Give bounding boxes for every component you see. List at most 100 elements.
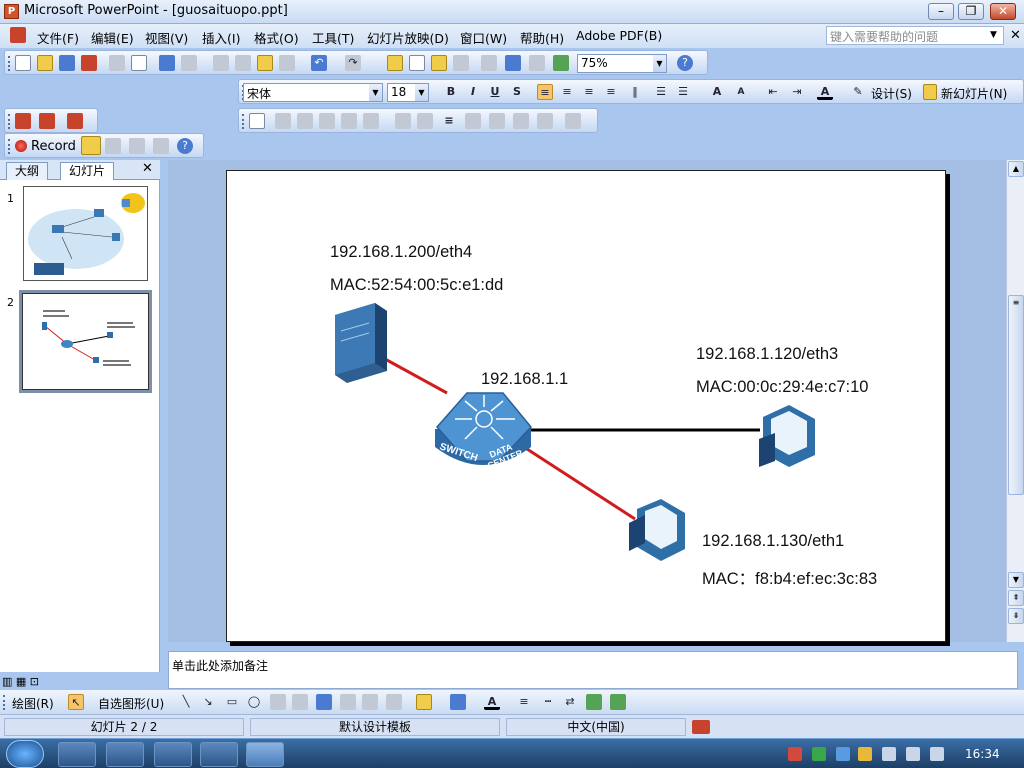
align-center-icon[interactable]: ≡ — [559, 84, 575, 100]
pc-eth1-ip-label[interactable]: 192.168.1.130/eth1 — [702, 532, 844, 551]
tables-borders-icon[interactable] — [431, 55, 447, 71]
print-preview-icon[interactable] — [131, 55, 147, 71]
server-mac-label[interactable]: MAC:52:54:00:5c:e1:dd — [330, 276, 503, 295]
line-style-icon[interactable]: ≡ — [516, 694, 532, 710]
close-document-icon[interactable]: ✕ — [1010, 28, 1021, 43]
line-color-icon[interactable] — [450, 694, 466, 710]
clipart-icon[interactable] — [362, 694, 378, 710]
draw-menu-button[interactable]: 绘图(R) — [12, 695, 54, 712]
pc-eth3-ip-label[interactable]: 192.168.1.120/eth3 — [696, 345, 838, 364]
align-right-icon[interactable]: ≡ — [581, 84, 597, 100]
bold-icon[interactable]: B — [443, 84, 459, 100]
dash-style-icon[interactable]: ┅ — [540, 694, 556, 710]
new-icon[interactable] — [15, 55, 31, 71]
menu-insert[interactable]: 插入(I) — [202, 28, 240, 47]
font-color-icon[interactable]: A — [817, 84, 833, 100]
switch-ip-label[interactable]: 192.168.1.1 — [481, 370, 568, 389]
save-icon[interactable] — [59, 55, 75, 71]
pdf-email-icon[interactable] — [39, 113, 55, 129]
previous-slide-icon[interactable]: ⇞ — [1008, 590, 1024, 606]
line-icon[interactable]: ╲ — [178, 694, 194, 710]
grid-icon[interactable] — [529, 55, 545, 71]
diagram-icon[interactable] — [340, 694, 356, 710]
format-picture-icon[interactable] — [513, 113, 529, 129]
taskbar-explorer-icon[interactable] — [58, 742, 96, 767]
clock[interactable]: 16:34 — [965, 747, 1000, 761]
restore-button[interactable]: ❐ — [958, 3, 984, 20]
design-button[interactable]: 设计(S) — [871, 85, 912, 102]
insert-table-icon[interactable] — [409, 55, 425, 71]
redo-icon[interactable]: ↷ — [345, 55, 361, 71]
convert-pdf-icon[interactable] — [15, 113, 31, 129]
start-button[interactable] — [6, 740, 44, 768]
show-formatting-icon[interactable] — [505, 55, 521, 71]
insert-image-icon[interactable] — [386, 694, 402, 710]
print-icon[interactable] — [109, 55, 125, 71]
taskbar-folder-icon[interactable] — [154, 742, 192, 767]
record-icon[interactable] — [15, 140, 27, 152]
view-buttons[interactable]: ▥ ▦ ⊡ — [2, 675, 39, 688]
volume-icon[interactable] — [930, 747, 944, 761]
shadow-icon[interactable]: S — [509, 84, 525, 100]
underline-icon[interactable]: U — [487, 84, 503, 100]
more-brightness-icon[interactable] — [341, 113, 357, 129]
menu-window[interactable]: 窗口(W) — [460, 28, 507, 47]
tray-icon[interactable] — [882, 747, 896, 761]
justify-icon[interactable]: ≡ — [603, 84, 619, 100]
line-style-icon[interactable]: ≡ — [441, 113, 457, 129]
font-select[interactable]: 宋体 ▼ — [243, 83, 383, 102]
server-ip-label[interactable]: 192.168.1.200/eth4 — [330, 243, 472, 262]
increase-font-icon[interactable]: A — [709, 84, 725, 100]
set-transparent-icon[interactable] — [537, 113, 553, 129]
pc-eth3-mac-label[interactable]: MAC:00:0c:29:4e:c7:10 — [696, 378, 868, 397]
notes-pane[interactable]: 单击此处添加备注 — [168, 651, 1018, 689]
vertical-scrollbar[interactable]: ▲ ≡ ▼ ⇞ ⇟ — [1006, 160, 1024, 642]
zoom-select[interactable]: 75% ▼ — [577, 54, 667, 73]
design-icon[interactable]: ✎ — [851, 84, 865, 100]
menu-slideshow[interactable]: 幻灯片放映(D) — [367, 28, 449, 47]
insert-chart-icon[interactable] — [387, 55, 403, 71]
research-icon[interactable] — [181, 55, 197, 71]
italic-icon[interactable]: I — [465, 84, 481, 100]
less-contrast-icon[interactable] — [319, 113, 335, 129]
insert-picture-icon[interactable] — [249, 113, 265, 129]
font-color-icon[interactable]: A — [484, 694, 500, 710]
close-button[interactable]: ✕ — [990, 3, 1016, 20]
options-icon[interactable] — [153, 138, 169, 154]
chevron-down-icon[interactable]: ▼ — [653, 55, 666, 72]
chevron-down-icon[interactable]: ▼ — [369, 84, 382, 101]
bullets-icon[interactable]: ☰ — [675, 84, 691, 100]
spelling-icon[interactable] — [159, 55, 175, 71]
rectangle-icon[interactable]: ▭ — [224, 694, 240, 710]
fill-color-icon[interactable] — [416, 694, 432, 710]
tray-network-icon[interactable] — [812, 747, 826, 761]
recorder-icon[interactable] — [81, 136, 101, 155]
record-button[interactable]: Record — [31, 139, 76, 154]
taskbar-word-icon[interactable] — [106, 742, 144, 767]
help-icon[interactable]: ? — [177, 138, 193, 154]
3d-style-icon[interactable] — [610, 694, 626, 710]
vertical-textbox-icon[interactable] — [292, 694, 308, 710]
numbering-icon[interactable]: ☰ — [653, 84, 669, 100]
cut-icon[interactable] — [213, 55, 229, 71]
autoshapes-menu-button[interactable]: 自选图形(U) — [98, 695, 164, 712]
new-slide-icon[interactable] — [923, 84, 937, 100]
scroll-down-icon[interactable]: ▼ — [1008, 572, 1024, 588]
format-painter-icon[interactable] — [279, 55, 295, 71]
pdf-review-icon[interactable] — [67, 113, 83, 129]
tray-icon[interactable] — [788, 747, 802, 761]
help-icon[interactable]: ? — [677, 55, 693, 71]
textbox-icon[interactable] — [270, 694, 286, 710]
menu-edit[interactable]: 编辑(E) — [91, 28, 134, 47]
stop-icon[interactable] — [105, 138, 121, 154]
oval-icon[interactable]: ◯ — [246, 694, 262, 710]
close-pane-icon[interactable]: ✕ — [142, 161, 153, 176]
preview-icon[interactable] — [129, 138, 145, 154]
color-icon[interactable] — [275, 113, 291, 129]
wordart-icon[interactable] — [316, 694, 332, 710]
align-left-icon[interactable]: ≡ — [537, 84, 553, 100]
menu-tools[interactable]: 工具(T) — [312, 28, 354, 47]
open-icon[interactable] — [37, 55, 53, 71]
slide-thumbnail-2-selected[interactable] — [19, 290, 152, 393]
slide[interactable]: SWITCH DATA CENTER 192.168.1.200/eth4 MA… — [226, 170, 946, 642]
